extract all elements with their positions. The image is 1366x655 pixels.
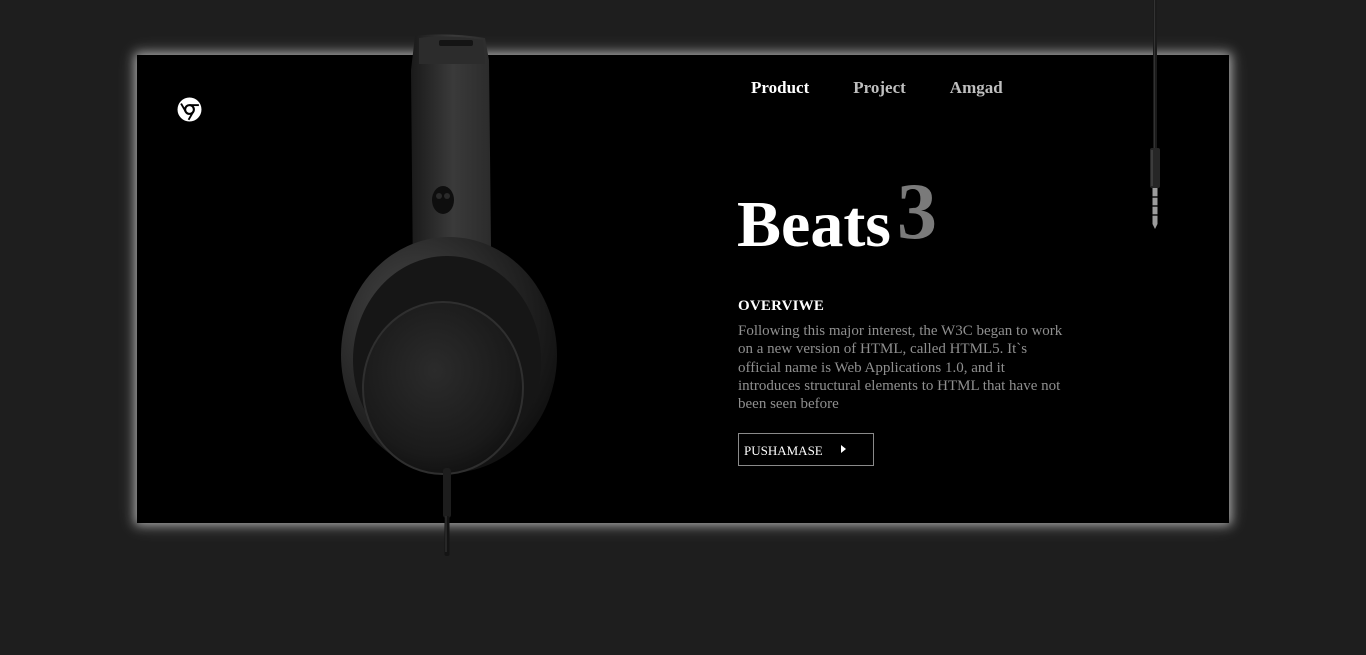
overview-description: Following this major interest, the W3C b… <box>738 323 1063 413</box>
overview-heading: OVERVIWE <box>738 298 825 314</box>
headphones-image <box>341 34 557 556</box>
caret-right-icon <box>841 445 846 453</box>
audio-jack-cable-image <box>1150 0 1160 229</box>
hero-card <box>137 55 1229 523</box>
product-title: Beats3 <box>737 172 937 261</box>
nav-item-project[interactable]: Project <box>853 78 906 98</box>
nav-item-product[interactable]: Product <box>751 78 809 98</box>
nav-item-amgad[interactable]: Amgad <box>950 78 1003 98</box>
chrome-logo-icon[interactable] <box>177 97 202 122</box>
page: Product Project Amgad Beats3 OVERVIWE Fo… <box>0 0 1366 655</box>
main-nav: Product Project Amgad <box>751 78 1003 98</box>
product-title-word: Beats <box>737 188 891 261</box>
purchase-button[interactable]: PUSHAMASE <box>738 433 874 466</box>
purchase-button-label: PUSHAMASE <box>744 442 823 458</box>
product-title-number: 3 <box>896 168 937 256</box>
